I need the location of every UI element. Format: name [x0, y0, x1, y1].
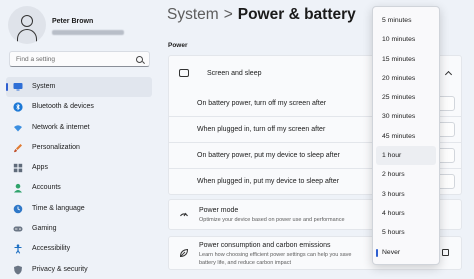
sidebar-item-privacy-security[interactable]: Privacy & security — [6, 260, 152, 279]
screen-sleep-icon — [179, 69, 189, 77]
option-label: 30 minutes — [382, 113, 416, 121]
sidebar-item-personalization[interactable]: Personalization — [6, 138, 152, 158]
setting-row-label: On battery power, put my device to sleep… — [197, 152, 340, 159]
dropdown-option-5-hours[interactable]: 5 hours — [376, 223, 436, 242]
sidebar-item-apps[interactable]: Apps — [6, 158, 152, 178]
accessibility-icon — [13, 244, 23, 254]
option-label: 5 hours — [382, 229, 405, 237]
sidebar-item-label: Gaming — [32, 225, 57, 233]
option-label: 2 hours — [382, 171, 405, 179]
monitor-icon — [13, 82, 23, 92]
dropdown-option-3-hours[interactable]: 3 hours — [376, 185, 436, 204]
avatar-head-icon — [21, 15, 33, 27]
setting-row-label: When plugged in, turn off my screen afte… — [197, 126, 326, 133]
chevron-up-icon[interactable] — [444, 70, 453, 79]
sidebar: Peter Brown Find a setting System Blueto… — [0, 0, 156, 279]
dropdown-option-never[interactable]: Never — [376, 243, 436, 262]
sidebar-item-bluetooth[interactable]: Bluetooth & devices — [6, 97, 152, 117]
power-mode-icon — [179, 209, 189, 221]
setting-row-label: On battery power, turn off my screen aft… — [197, 100, 327, 107]
option-label: 5 minutes — [382, 17, 412, 24]
power-consumption-description-line1: Learn how choosing efficient power setti… — [199, 252, 352, 258]
sidebar-item-network[interactable]: Network & internet — [6, 118, 152, 138]
option-label: Never — [382, 248, 401, 256]
user-profile[interactable]: Peter Brown — [8, 6, 153, 46]
power-mode-title: Power mode — [199, 207, 239, 214]
shield-icon — [13, 265, 23, 275]
search-icon[interactable] — [136, 56, 143, 63]
screen-sleep-title: Screen and sleep — [207, 70, 262, 77]
dropdown-option-1-hour[interactable]: 1 hour — [376, 146, 436, 166]
globe-clock-icon — [13, 204, 23, 214]
option-label: 1 hour — [382, 152, 402, 160]
avatar[interactable] — [8, 6, 46, 44]
sidebar-item-accounts[interactable]: Accounts — [6, 178, 152, 198]
breadcrumb-separator: > — [223, 6, 233, 23]
breadcrumb: System > Power & battery — [167, 6, 356, 24]
setting-row-label: When plugged in, put my device to sleep … — [197, 178, 340, 185]
dropdown-option-5-minutes[interactable]: 5 minutes — [376, 11, 436, 30]
user-email-redacted — [52, 30, 124, 35]
page-title: Power & battery — [237, 6, 356, 23]
sidebar-item-label: Privacy & security — [32, 265, 88, 273]
leaf-icon — [179, 248, 189, 260]
avatar-body-icon — [17, 29, 37, 43]
sidebar-item-label: Bluetooth & devices — [32, 103, 94, 111]
sidebar-item-label: System — [32, 83, 56, 90]
timeout-dropdown-list[interactable]: 5 minutes 10 minutes 15 minutes 20 minut… — [372, 6, 440, 265]
power-consumption-description-line2: battery life, and reduce carbon impact — [199, 260, 292, 266]
option-label: 45 minutes — [382, 132, 416, 140]
person-icon — [13, 183, 23, 193]
power-consumption-title: Power consumption and carbon emissions — [199, 242, 331, 249]
sidebar-item-label: Time & language — [32, 204, 85, 212]
gamepad-icon — [13, 224, 23, 234]
dropdown-option-25-minutes[interactable]: 25 minutes — [376, 88, 436, 107]
dropdown-option-4-hours[interactable]: 4 hours — [376, 204, 436, 223]
sidebar-item-label: Network & internet — [32, 123, 90, 131]
sidebar-item-label: Personalization — [32, 143, 80, 151]
apps-icon — [13, 163, 23, 173]
option-label: 4 hours — [382, 209, 405, 217]
dropdown-option-30-minutes[interactable]: 30 minutes — [376, 107, 436, 126]
bluetooth-icon — [13, 102, 23, 112]
brush-icon — [13, 143, 23, 153]
sidebar-item-system[interactable]: System — [6, 77, 152, 98]
sidebar-item-gaming[interactable]: Gaming — [6, 219, 152, 239]
dropdown-option-15-minutes[interactable]: 15 minutes — [376, 50, 436, 69]
option-label: 20 minutes — [382, 74, 416, 82]
breadcrumb-parent[interactable]: System — [167, 6, 219, 23]
dropdown-option-10-minutes[interactable]: 10 minutes — [376, 30, 436, 49]
option-label: 15 minutes — [382, 55, 416, 63]
sidebar-item-accessibility[interactable]: Accessibility — [6, 239, 152, 259]
option-label: 3 hours — [382, 190, 405, 198]
sidebar-nav: System Bluetooth & devices Network & int… — [6, 77, 152, 279]
sidebar-item-label: Apps — [32, 164, 48, 172]
dropdown-option-20-minutes[interactable]: 20 minutes — [376, 69, 436, 88]
dropdown-option-45-minutes[interactable]: 45 minutes — [376, 127, 436, 146]
sidebar-item-time-language[interactable]: Time & language — [6, 199, 152, 219]
external-link-icon[interactable] — [442, 249, 449, 256]
wifi-icon — [13, 123, 23, 133]
power-mode-description: Optimize your device based on power use … — [199, 217, 345, 223]
section-label-power: Power — [168, 42, 188, 49]
user-name: Peter Brown — [52, 18, 94, 25]
dropdown-option-2-hours[interactable]: 2 hours — [376, 165, 436, 184]
sidebar-item-label: Accessibility — [32, 245, 71, 253]
search-placeholder: Find a setting — [16, 56, 56, 63]
sidebar-item-label: Accounts — [32, 184, 61, 192]
option-label: 25 minutes — [382, 94, 416, 102]
search-input[interactable]: Find a setting — [9, 51, 150, 67]
option-label: 10 minutes — [382, 36, 416, 44]
